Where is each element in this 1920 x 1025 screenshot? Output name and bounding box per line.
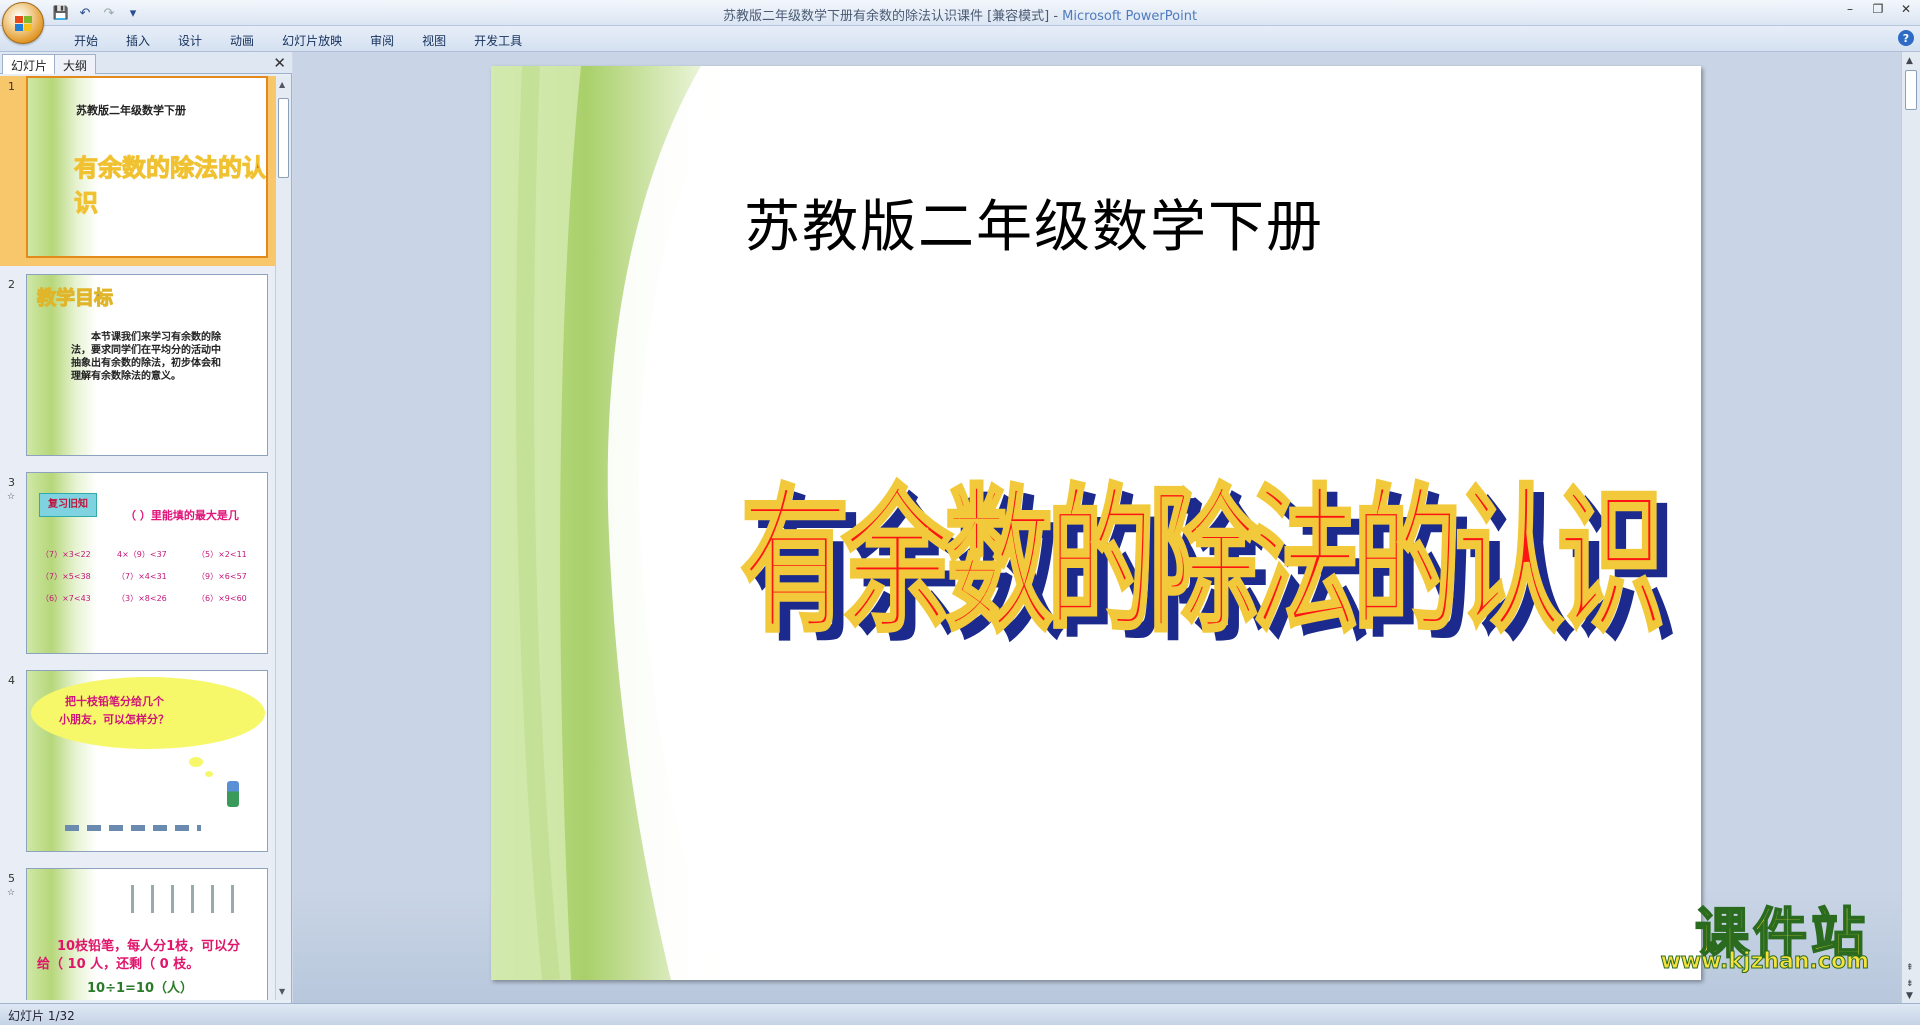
thumbnail-row-3[interactable]: 3 ☆ 复习旧知 （ ）里能填的最大是几 （7）×3<22 4×（9）<37 （… [0,472,276,662]
close-pane-icon[interactable]: ✕ [273,54,286,72]
thumb-cell: （5）×2<11 [197,550,247,559]
current-slide[interactable]: 苏教版二年级数学下册 有余数的除法的认识 有余数的除法的认识 [491,66,1701,980]
thumb-cell: （7）×5<38 [41,572,91,581]
thumb-subtitle: 苏教版二年级数学下册 [76,104,186,117]
watermark-url: www.kjzhan.com [1660,949,1870,975]
slide-workspace: 苏教版二年级数学下册 有余数的除法的认识 有余数的除法的认识 课件站 www.k… [293,52,1901,1003]
animation-star-icon: ☆ [7,888,16,898]
bubble-dot [205,771,213,777]
tab-insert[interactable]: 插入 [112,30,164,51]
slide-thumbnail-1[interactable]: 苏教版二年级数学下册 有余数的除法的认识 [26,76,268,258]
thumb-cell: （6）×7<43 [41,594,91,603]
scroll-down-icon[interactable]: ▼ [1906,991,1913,1001]
scroll-up-icon[interactable]: ▲ [1906,56,1913,66]
slide-title[interactable]: 有余数的除法的认识 有余数的除法的认识 [739,436,1677,663]
restore-button[interactable]: ❐ [1864,0,1892,18]
tab-outline[interactable]: 大纲 [54,54,97,74]
slide-counter: 幻灯片 1/32 [8,1009,75,1023]
slide-subtitle[interactable]: 苏教版二年级数学下册 [744,182,1324,263]
slide-thumbnail-2[interactable]: 教学目标 本节课我们来学习有余数的除法，要求同学们在平均分的活动中抽象出有余数的… [26,274,268,456]
slide-thumbnail-4[interactable]: 把十枝铅笔分给几个 小朋友，可以怎样分？ [26,670,268,852]
vertical-scrollbar[interactable]: ▲ ⇞ ⇟ ▼ [1901,52,1920,1003]
window-title: 苏教版二年级数学下册有余数的除法认识课件 [兼容模式] - Microsoft … [0,5,1920,24]
thumb-question: （ ）里能填的最大是几 [125,509,239,522]
ribbon: 开始 插入 设计 动画 幻灯片放映 审阅 视图 开发工具 ? [0,26,1920,52]
thumb-cell: （7）×4<31 [117,572,167,581]
tab-developer[interactable]: 开发工具 [460,30,536,51]
child-figure-icon [227,781,239,807]
thumb-cell: （9）×6<57 [197,572,247,581]
animation-star-icon: ☆ [7,492,16,502]
office-button[interactable] [2,2,44,44]
office-logo-icon [15,16,32,31]
thumb-body: 本节课我们来学习有余数的除法，要求同学们在平均分的活动中抽象出有余数的除法，初步… [71,332,221,382]
slide-number: 2 [8,278,15,291]
scroll-thumb[interactable] [1905,70,1917,110]
thumb-cell: （3）×8<26 [117,594,167,603]
thumb-cell: （7）×3<22 [41,550,91,559]
thumb-cell: （6）×9<60 [197,594,247,603]
thumbnail-row-2[interactable]: 2 教学目标 本节课我们来学习有余数的除法，要求同学们在平均分的活动中抽象出有余… [0,274,276,464]
thumb-line2: 给（ 10 人，还剩（ 0 枝。 [37,957,200,972]
pencil-row [65,825,201,831]
document-title: 苏教版二年级数学下册有余数的除法认识课件 [兼容模式] - [722,9,1063,24]
tab-view[interactable]: 视图 [408,30,460,51]
title-bar: 💾 ↶ ↷ ▾ 苏教版二年级数学下册有余数的除法认识课件 [兼容模式] - Mi… [0,0,1920,44]
bubble-dot [189,757,203,767]
app-name: Microsoft PowerPoint [1062,9,1198,24]
thumb-bubble-line2: 小朋友，可以怎样分？ [59,713,169,726]
scroll-up-icon[interactable]: ▲ [279,80,285,89]
pencils-icon [131,885,235,913]
tab-animations[interactable]: 动画 [216,30,268,51]
minimize-button[interactable]: – [1836,0,1864,18]
thumb-tag: 复习旧知 [39,493,97,517]
title-text: 有余数的除法的认识 [739,470,1666,656]
help-icon[interactable]: ? [1898,30,1914,46]
thumb-line3: 10÷1=10（人） [87,981,194,996]
slides-pane: 幻灯片 大纲 ✕ 1 苏教版二年级数学下册 有余数的除法的认识 2 教学目标 本… [0,52,292,1003]
pane-tabs: 幻灯片 大纲 ✕ [0,52,292,74]
thumb-heading: 教学目标 [36,287,114,310]
thumbnail-row-1[interactable]: 1 苏教版二年级数学下册 有余数的除法的认识 [0,76,276,266]
slide-number: 5 [8,872,15,885]
thumb-cell: 4×（9）<37 [117,550,167,559]
thumbnail-row-4[interactable]: 4 把十枝铅笔分给几个 小朋友，可以怎样分？ [0,670,276,860]
tab-review[interactable]: 审阅 [356,30,408,51]
next-slide-icon[interactable]: ⇟ [1906,979,1914,989]
watermark-logo: 课件站 www.kjzhan.com [1639,889,1870,979]
slide-number: 1 [8,80,15,93]
close-button[interactable]: ✕ [1892,0,1920,18]
thumbnail-row-5[interactable]: 5 ☆ 10枝铅笔，每人分1枝，可以分 给（ 10 人，还剩（ 0 枝。 10÷… [0,868,276,1000]
tab-slideshow[interactable]: 幻灯片放映 [268,30,356,51]
slide-number: 4 [8,674,15,687]
thumbnail-scrollbar[interactable]: ▲ ▼ [275,76,291,1000]
scroll-down-icon[interactable]: ▼ [279,987,285,996]
thumb-bubble-line1: 把十枝铅笔分给几个 [65,695,164,708]
slide-thumbnail-3[interactable]: 复习旧知 （ ）里能填的最大是几 （7）×3<22 4×（9）<37 （5）×2… [26,472,268,654]
window-controls: – ❐ ✕ [1836,0,1920,18]
tab-slides[interactable]: 幻灯片 [2,54,57,74]
thumb-title: 有余数的除法的认识 [74,154,267,218]
scroll-thumb[interactable] [278,98,289,178]
tab-home[interactable]: 开始 [60,30,112,51]
tab-design[interactable]: 设计 [164,30,216,51]
thumb-line1: 10枝铅笔，每人分1枝，可以分 [57,939,241,954]
slide-number: 3 [8,476,15,489]
slide-thumbnails: 1 苏教版二年级数学下册 有余数的除法的认识 2 教学目标 本节课我们来学习有余… [0,76,276,1000]
slide-thumbnail-5[interactable]: 10枝铅笔，每人分1枝，可以分 给（ 10 人，还剩（ 0 枝。 10÷1=10… [26,868,268,1000]
ribbon-tabs: 开始 插入 设计 动画 幻灯片放映 审阅 视图 开发工具 [60,30,536,51]
status-bar: 幻灯片 1/32 [0,1003,1920,1025]
previous-slide-icon[interactable]: ⇞ [1906,963,1914,973]
